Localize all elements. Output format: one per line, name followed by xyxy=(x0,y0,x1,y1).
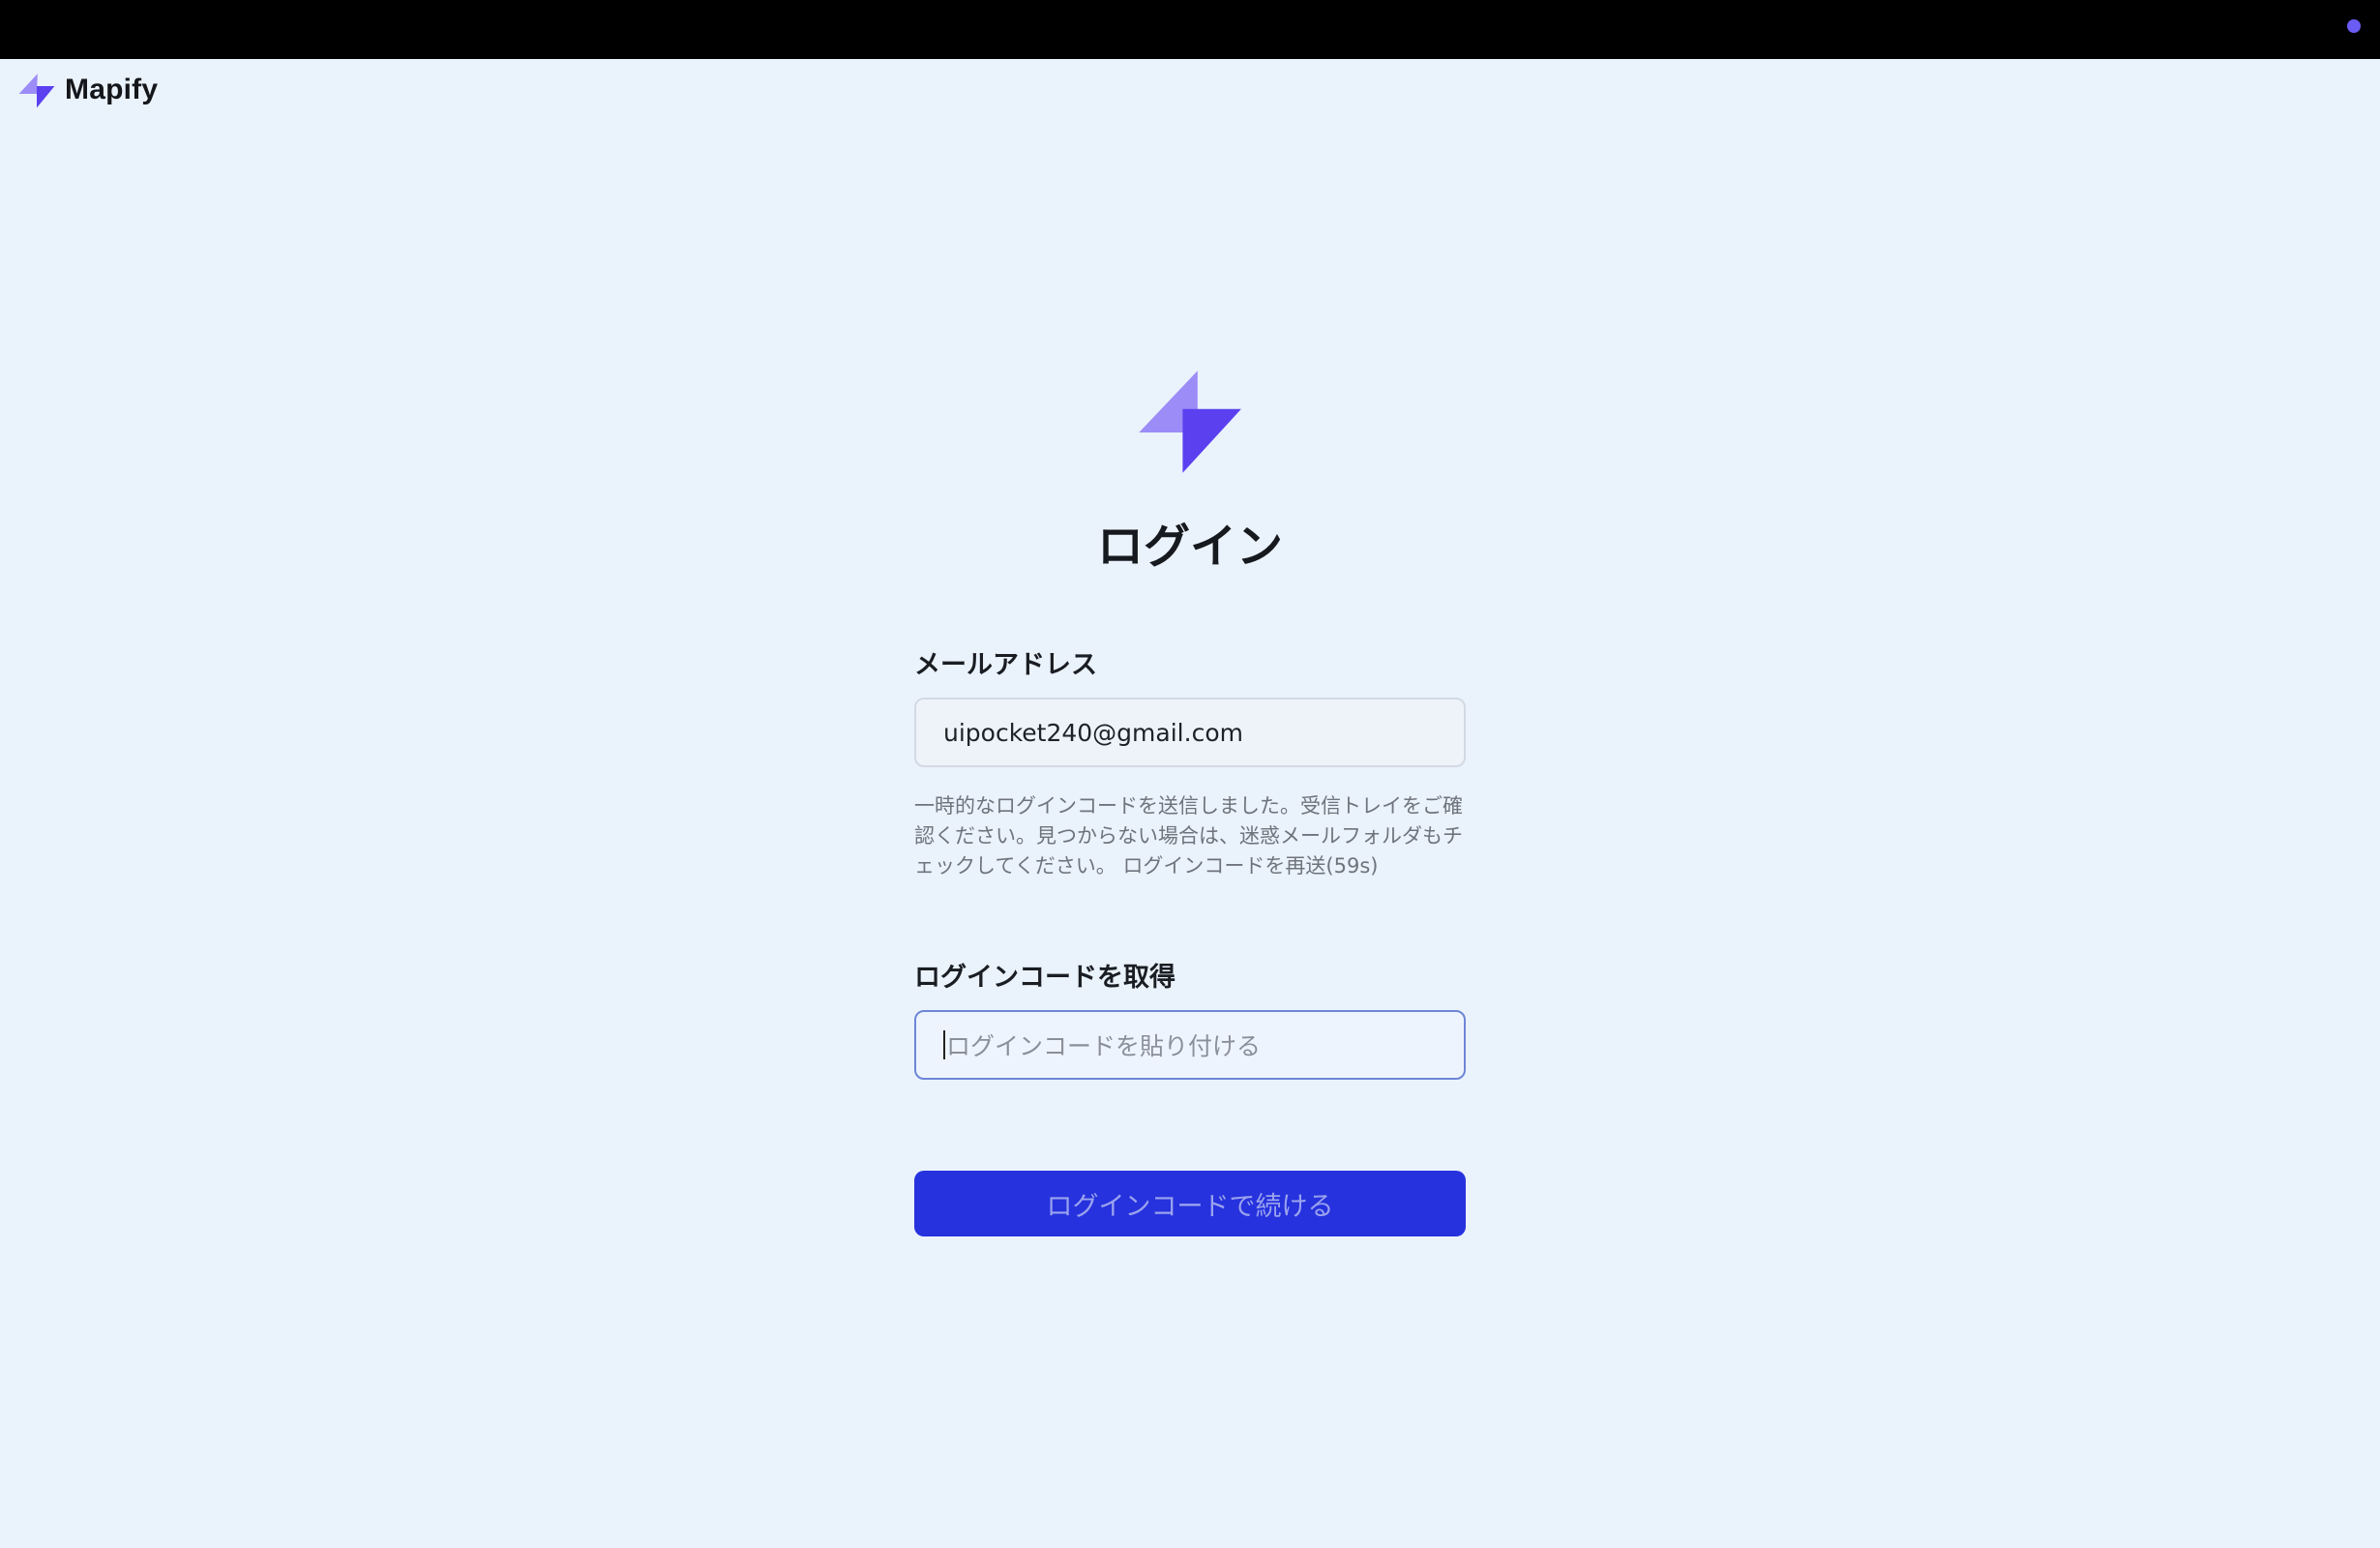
email-label: メールアドレス xyxy=(914,650,1097,680)
login-code-placeholder: ログインコードを貼り付ける xyxy=(946,1032,1262,1060)
hint-text: 一時的なログインコードを送信しました。受信トレイをご確認ください。見つからない場… xyxy=(914,791,1466,881)
top-bar xyxy=(0,0,2380,59)
brand-name: Mapify xyxy=(65,74,159,105)
email-field[interactable]: uipocket240@gmail.com xyxy=(914,698,1466,767)
code-label: ログインコードを取得 xyxy=(914,963,1175,993)
page-title: ログイン xyxy=(1096,520,1283,574)
text-caret xyxy=(943,1030,945,1059)
lightning-bolt-icon xyxy=(1139,371,1241,473)
lightning-bolt-icon xyxy=(18,74,55,108)
status-dot-icon xyxy=(2347,19,2361,33)
email-value: uipocket240@gmail.com xyxy=(943,718,1243,747)
login-code-input[interactable]: ログインコードを貼り付ける xyxy=(914,1010,1466,1080)
continue-with-code-button[interactable]: ログインコードで続ける xyxy=(914,1171,1466,1236)
resend-code-link[interactable]: ログインコードを再送(59s) xyxy=(1122,854,1378,878)
brand[interactable]: Mapify xyxy=(17,70,158,110)
